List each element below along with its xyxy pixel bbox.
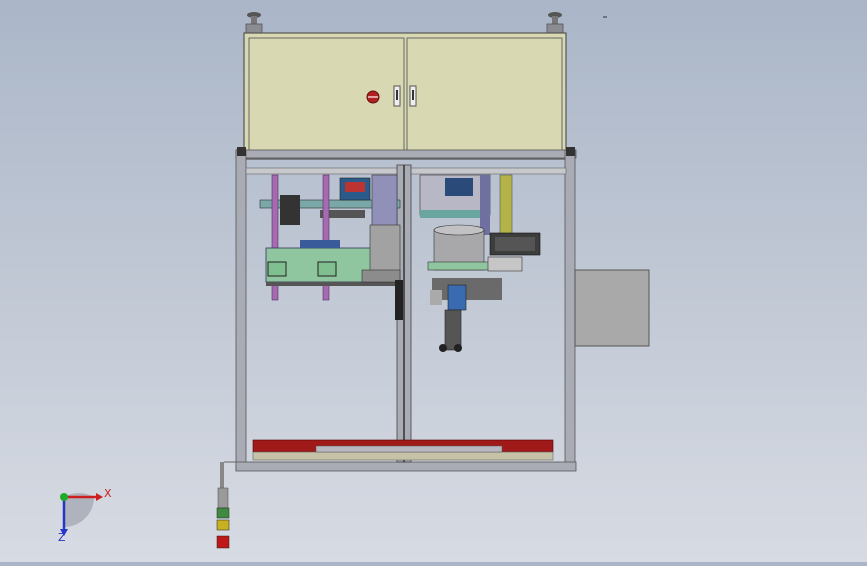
- center-slide: [395, 280, 403, 320]
- cabinet-door-right[interactable]: [406, 37, 563, 157]
- signal-tower-icon[interactable]: [216, 461, 236, 549]
- z-axis-label: Z: [58, 531, 66, 544]
- controller-unit[interactable]: [487, 232, 541, 272]
- side-electrical-box[interactable]: [574, 269, 650, 347]
- electrical-cabinet[interactable]: [243, 32, 567, 160]
- coordinate-triad-icon: X Z: [58, 487, 112, 544]
- base-plate: [252, 439, 554, 461]
- upper-linear-module[interactable]: [259, 174, 401, 231]
- support-post: [499, 174, 513, 238]
- cabinet-door-left[interactable]: [248, 37, 405, 157]
- cad-model-view[interactable]: X Z: [0, 0, 867, 562]
- pneumatic-cylinder[interactable]: [430, 284, 467, 352]
- leveling-foot-icon: [546, 12, 564, 35]
- x-axis-label: X: [104, 487, 112, 500]
- leveling-foot-icon: [245, 12, 263, 35]
- lock-knob-icon[interactable]: [366, 90, 380, 104]
- door-handle-icon[interactable]: [409, 85, 417, 107]
- cad-viewport[interactable]: X Z: [0, 0, 867, 562]
- door-handle-icon[interactable]: [393, 85, 401, 107]
